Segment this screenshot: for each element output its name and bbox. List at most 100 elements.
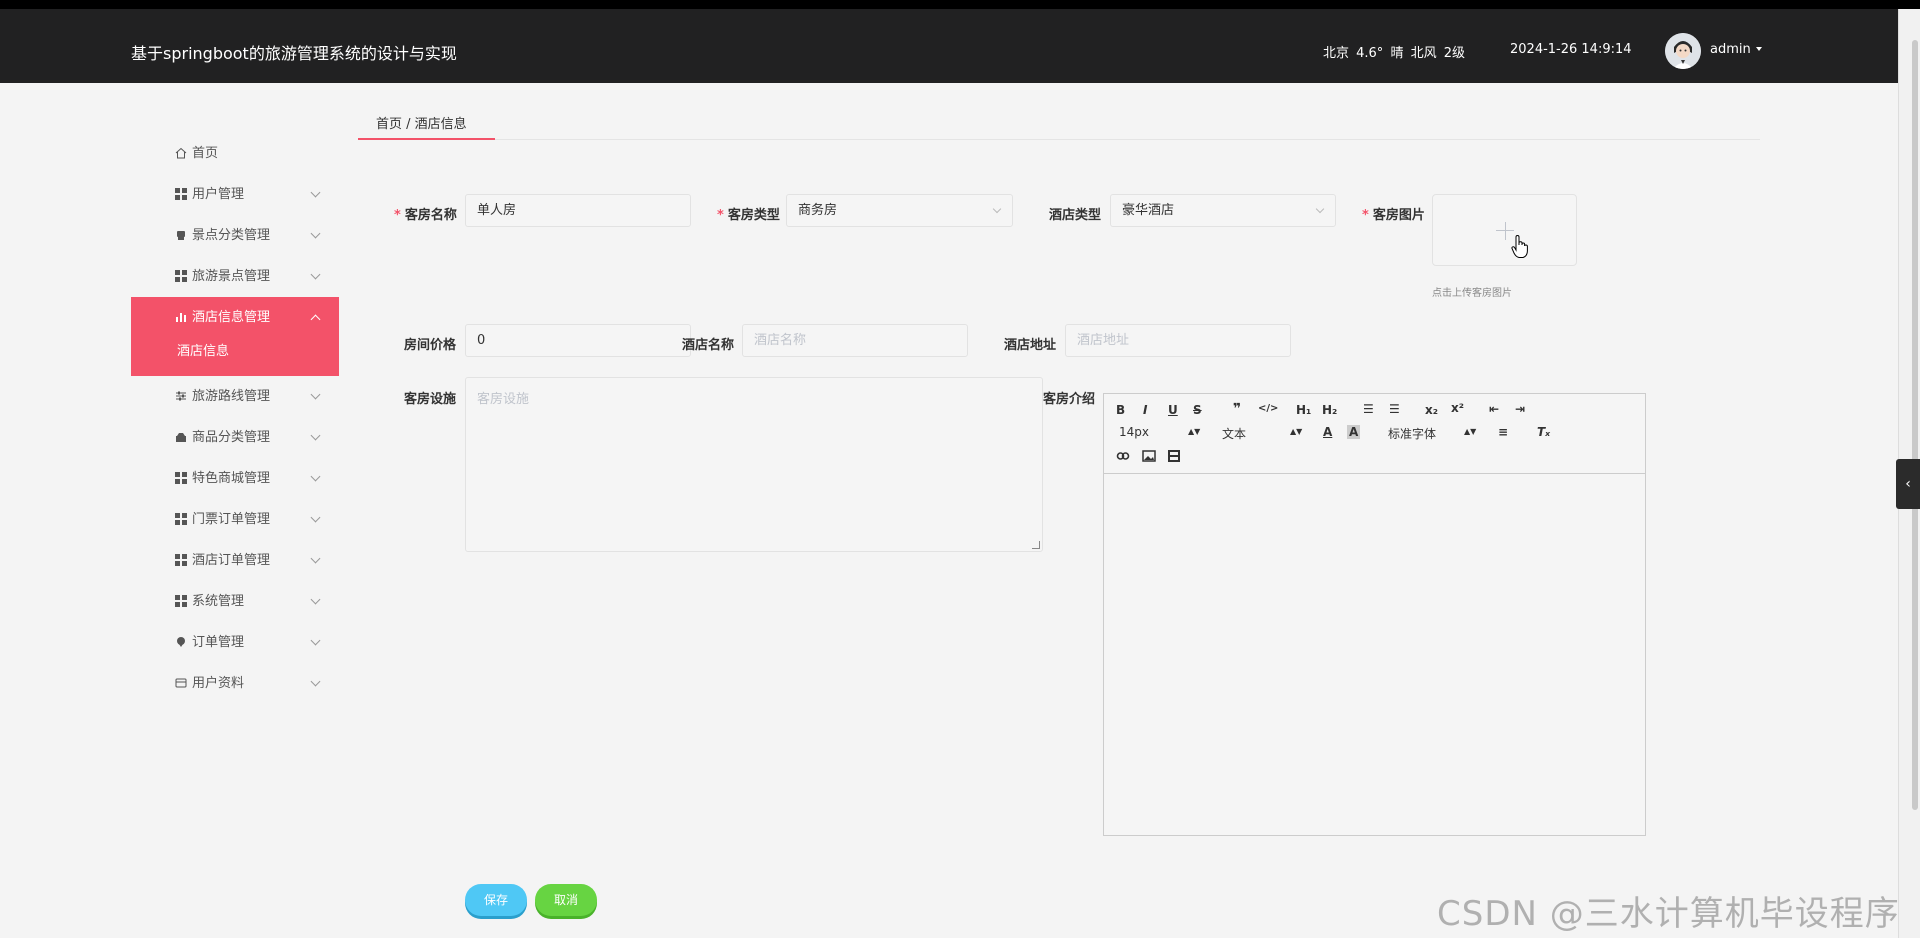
sidebar-item-orders[interactable]: 订单管理 — [131, 622, 339, 663]
chevron-down-icon — [310, 471, 321, 482]
room-image-upload[interactable] — [1432, 194, 1577, 266]
app-title: 基于springboot的旅游管理系统的设计与实现 — [131, 44, 457, 63]
chevron-left-icon: ‹ — [1905, 476, 1911, 492]
bold-icon[interactable]: B — [1116, 403, 1125, 417]
sidebar-item-travel-routes[interactable]: 旅游路线管理 — [131, 376, 339, 417]
chevron-down-icon — [1315, 204, 1325, 214]
grid-icon — [175, 595, 187, 607]
code-block-icon[interactable]: </> — [1258, 403, 1278, 414]
facilities-label: 客房设施 — [404, 392, 457, 407]
breadcrumb[interactable]: 首页 / 酒店信息 — [376, 113, 467, 132]
sliders-icon — [176, 391, 186, 401]
price-label: 房间价格 — [404, 338, 457, 353]
sidebar-item-label: 首页 — [192, 146, 219, 161]
underline-icon[interactable]: U — [1168, 403, 1178, 417]
strikethrough-icon[interactable]: S — [1193, 403, 1202, 417]
hotel-name-input[interactable]: 酒店名称 — [742, 324, 968, 357]
sidebar-item-users[interactable]: 用户管理 — [131, 174, 339, 215]
sidebar-item-hotel-info[interactable]: 酒店信息管理 — [131, 297, 339, 338]
room-image-label: * 客房图片 — [1362, 208, 1425, 223]
avatar[interactable] — [1665, 33, 1701, 69]
breadcrumb-divider — [358, 139, 1760, 140]
chevron-down-icon — [310, 187, 321, 198]
background-color-icon[interactable]: A — [1347, 425, 1361, 439]
video-icon[interactable] — [1167, 449, 1181, 463]
hotel-name-label: 酒店名称 — [682, 338, 734, 353]
user-dropdown-caret-icon[interactable] — [1756, 47, 1762, 51]
sidebar-item-specialty-mall[interactable]: 特色商城管理 — [131, 458, 339, 499]
cancel-button[interactable]: 取消 — [535, 884, 597, 916]
chevron-down-icon — [310, 512, 321, 523]
font-color-icon[interactable]: A — [1323, 425, 1332, 439]
chevron-down-icon — [310, 228, 321, 239]
chevron-down-icon — [992, 204, 1002, 214]
clear-format-icon[interactable]: Tₓ — [1537, 425, 1550, 439]
sidebar-item-scenic-spots[interactable]: 旅游景点管理 — [131, 256, 339, 297]
sidebar-item-label: 旅游景点管理 — [192, 269, 271, 284]
heading-2-icon[interactable]: H₂ — [1322, 403, 1337, 417]
room-type-select[interactable]: 商务房 — [786, 194, 1013, 227]
chevron-down-icon — [310, 389, 321, 400]
hotel-address-input[interactable]: 酒店地址 — [1065, 324, 1291, 357]
sidebar-item-home[interactable]: 首页 — [131, 133, 339, 174]
room-type-value: 商务房 — [798, 203, 838, 218]
ordered-list-icon[interactable]: ☰ — [1363, 402, 1374, 416]
hotel-type-label: 酒店类型 — [1049, 208, 1102, 223]
chevron-up-icon — [310, 314, 321, 325]
page-scrollbar-thumb[interactable] — [1912, 40, 1918, 810]
sidebar-item-label: 门票订单管理 — [192, 512, 271, 527]
facilities-placeholder: 客房设施 — [477, 392, 530, 407]
sidebar-item-label: 订单管理 — [192, 635, 245, 650]
hotel-type-select[interactable]: 豪华酒店 — [1110, 194, 1336, 227]
sidebar-item-ticket-orders[interactable]: 门票订单管理 — [131, 499, 339, 540]
bullet-list-icon[interactable]: ☰ — [1389, 402, 1400, 416]
watermark: CSDN @三水计算机毕设程序 — [1437, 894, 1900, 934]
home-icon — [175, 147, 187, 159]
blockquote-icon[interactable]: ❞ — [1233, 401, 1241, 417]
save-button[interactable]: 保存 — [465, 884, 527, 916]
subscript-icon[interactable]: x₂ — [1425, 403, 1438, 417]
chevron-down-icon — [310, 635, 321, 646]
sidebar-item-label: 酒店订单管理 — [192, 553, 271, 568]
tag-icon — [177, 231, 185, 240]
font-size-select[interactable]: 14px — [1119, 425, 1149, 439]
align-icon[interactable]: ≡ — [1498, 425, 1508, 439]
grid-icon — [175, 188, 187, 200]
bar-chart-icon — [176, 313, 186, 322]
editor-content-area[interactable] — [1104, 474, 1645, 836]
font-family-select[interactable]: 标准字体 — [1388, 425, 1436, 442]
outdent-icon[interactable]: ⇤ — [1489, 402, 1499, 416]
sidebar-item-label: 用户管理 — [192, 187, 245, 202]
chevron-down-icon — [310, 553, 321, 564]
sidebar-item-scenic-category[interactable]: 景点分类管理 — [131, 215, 339, 256]
text-type-select[interactable]: 文本 — [1222, 425, 1246, 442]
chevron-down-icon — [310, 594, 321, 605]
indent-icon[interactable]: ⇥ — [1515, 402, 1525, 416]
sidebar: 首页 用户管理 景点分类管理 旅游景点管理 酒店信息管理 酒店信息 旅游路线管理… — [131, 133, 339, 704]
side-panel-toggle-button[interactable]: ‹ — [1896, 459, 1920, 509]
room-name-label: * 客房名称 — [394, 208, 457, 223]
sidebar-item-label: 系统管理 — [192, 594, 245, 609]
hand-cursor-icon — [1511, 235, 1528, 258]
link-icon[interactable] — [1116, 449, 1130, 463]
italic-icon[interactable]: I — [1143, 403, 1147, 417]
image-icon[interactable] — [1142, 449, 1156, 463]
chevron-down-icon — [310, 676, 321, 687]
price-input[interactable]: 0 — [465, 324, 691, 357]
heading-1-icon[interactable]: H₁ — [1296, 403, 1311, 417]
rich-text-editor[interactable]: B I U S ❞ </> H₁ H₂ ☰ ☰ x₂ x² ⇤ ⇥ 14px ▲… — [1103, 393, 1646, 836]
shop-icon — [176, 433, 186, 442]
username[interactable]: admin — [1710, 42, 1751, 57]
intro-label: 客房介绍 — [1043, 392, 1095, 407]
resize-grip-icon[interactable] — [1032, 541, 1040, 549]
sidebar-item-product-category[interactable]: 商品分类管理 — [131, 417, 339, 458]
submenu-item-hotel-info[interactable]: 酒店信息 — [131, 338, 339, 376]
room-name-input[interactable]: 单人房 — [465, 194, 691, 227]
sidebar-item-hotel-orders[interactable]: 酒店订单管理 — [131, 540, 339, 581]
facilities-textarea[interactable]: 客房设施 — [465, 377, 1043, 552]
superscript-icon[interactable]: x² — [1451, 401, 1464, 415]
sidebar-item-user-profile[interactable]: 用户资料 — [131, 663, 339, 704]
sidebar-item-system[interactable]: 系统管理 — [131, 581, 339, 622]
sidebar-item-label: 酒店信息管理 — [192, 310, 271, 325]
grid-icon — [175, 513, 187, 525]
